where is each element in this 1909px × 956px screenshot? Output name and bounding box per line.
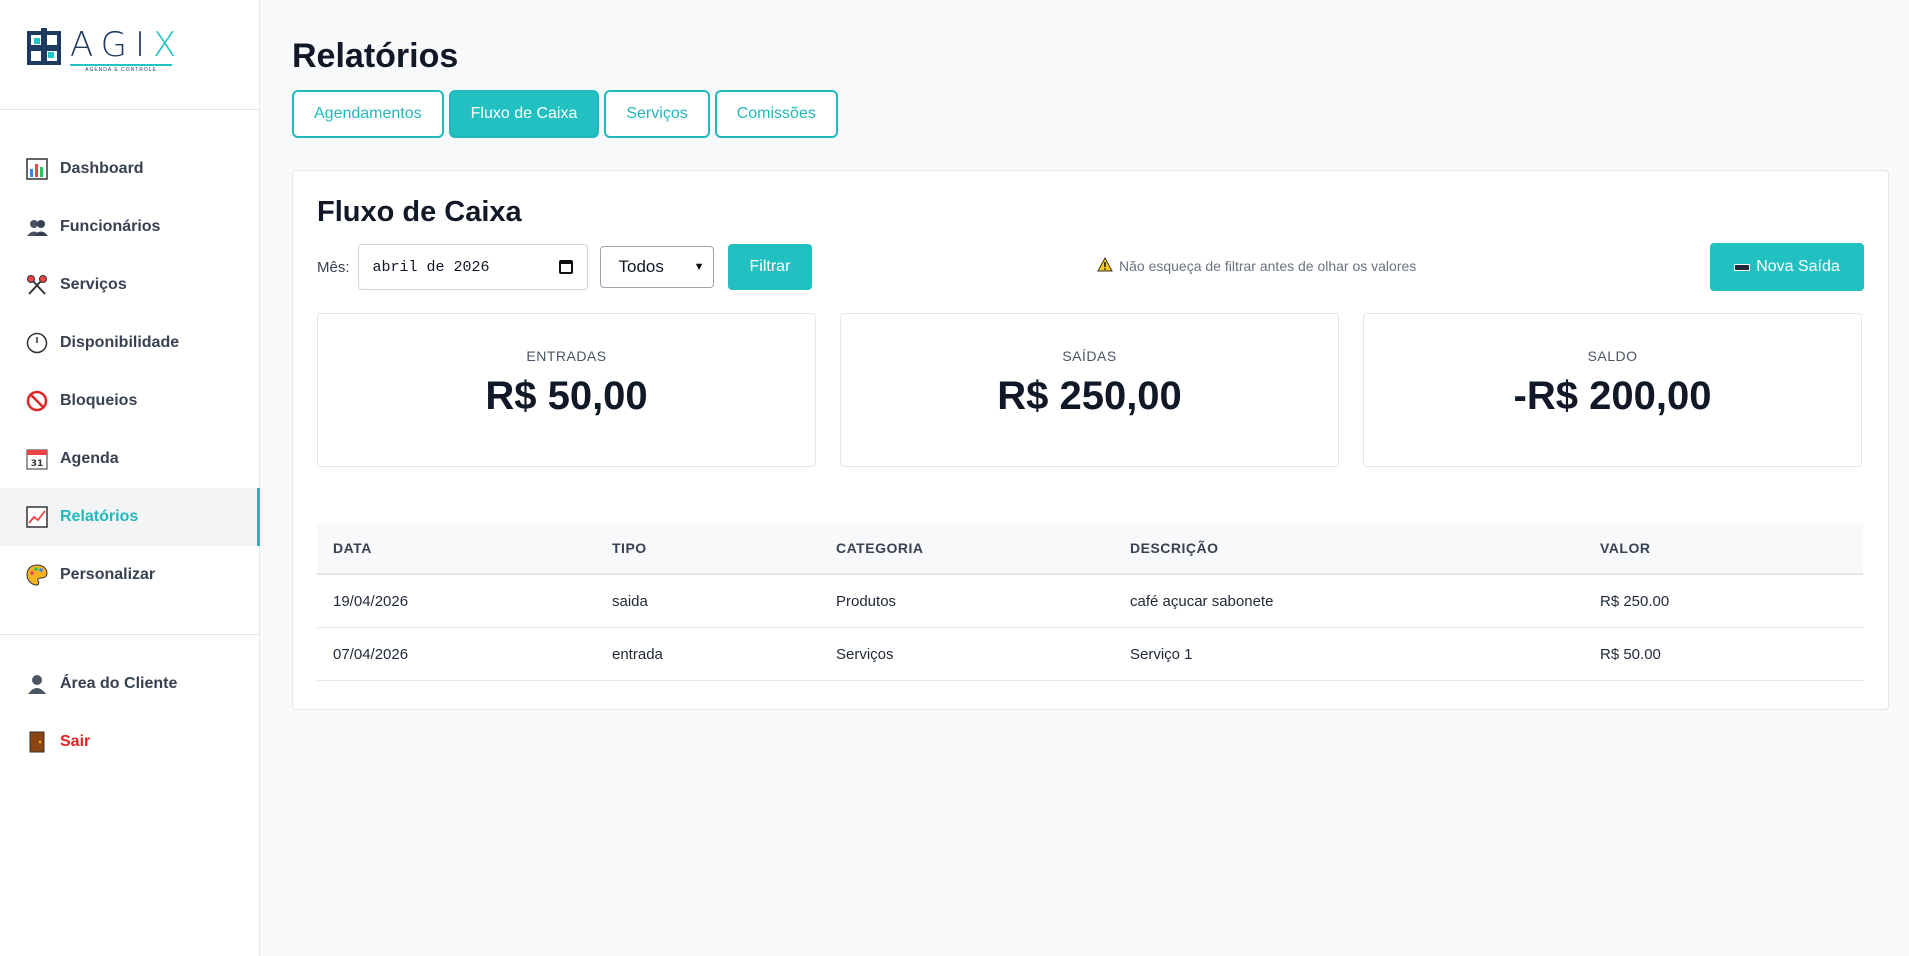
- tab-agendamentos[interactable]: Agendamentos: [292, 90, 444, 138]
- table-row[interactable]: 19/04/2026 saida Produtos café açucar sa…: [317, 575, 1863, 628]
- stat-card-saidas: SAÍDAS R$ 250,00: [840, 313, 1339, 467]
- sidebar-item-label: Serviços: [60, 276, 127, 293]
- sidebar-item-relatorios[interactable]: Relatórios: [0, 488, 260, 546]
- palette-icon: [26, 564, 48, 586]
- column-header-descricao[interactable]: DESCRIÇÃO: [1130, 540, 1600, 556]
- cell-category: Produtos: [836, 592, 897, 610]
- warning-text: Não esqueça de filtrar antes de olhar os…: [1119, 258, 1417, 274]
- cashflow-card: Fluxo de Caixa Mês: abril de 2026 Todos …: [292, 170, 1889, 710]
- sidebar-item-label: Relatórios: [60, 508, 139, 525]
- cell-type: saida: [612, 592, 648, 610]
- transactions-table: DATA TIPO CATEGORIA DESCRIÇÃO VALOR 19/0…: [317, 523, 1863, 681]
- sidebar-divider: [0, 634, 259, 635]
- sidebar-item-bloqueios[interactable]: Bloqueios: [0, 372, 259, 430]
- stat-label: SALDO: [1587, 348, 1638, 364]
- minus-icon: [1734, 263, 1751, 271]
- tab-fluxo-de-caixa[interactable]: Fluxo de Caixa: [448, 90, 600, 138]
- type-select-value: Todos: [618, 257, 664, 276]
- sidebar-item-label: Dashboard: [60, 160, 144, 177]
- people-icon: [26, 216, 48, 238]
- door-icon: [26, 731, 48, 753]
- cell-type: entrada: [612, 645, 663, 663]
- scissors-icon: [26, 274, 48, 296]
- calendar-picker-icon[interactable]: [558, 260, 573, 274]
- svg-text:31: 31: [31, 459, 44, 469]
- cell-value: R$ 250.00: [1600, 592, 1670, 610]
- tab-comissoes[interactable]: Comissões: [714, 90, 838, 138]
- logo-mark-icon: [26, 28, 62, 66]
- prohibited-icon: [26, 390, 48, 412]
- stat-card-entradas: ENTRADAS R$ 50,00: [317, 313, 816, 467]
- sidebar-item-area-cliente[interactable]: Área do Cliente: [0, 655, 259, 713]
- section-title: Fluxo de Caixa: [317, 196, 522, 228]
- month-value: abril de 2026: [372, 258, 490, 276]
- column-header-data[interactable]: DATA: [317, 540, 612, 556]
- cell-description: café açucar sabonete: [1130, 592, 1274, 610]
- sidebar: AGIX AGENDA E CONTROLE Dashboard Funcion…: [0, 0, 260, 956]
- stat-value: R$ 50,00: [485, 374, 648, 418]
- column-header-categoria[interactable]: CATEGORIA: [836, 540, 1130, 556]
- sidebar-item-disponibilidade[interactable]: Disponibilidade: [0, 314, 259, 372]
- sidebar-item-label: Área do Cliente: [60, 675, 178, 692]
- table-header: DATA TIPO CATEGORIA DESCRIÇÃO VALOR: [317, 523, 1863, 575]
- clock-icon: [26, 332, 48, 354]
- column-header-valor[interactable]: VALOR: [1600, 540, 1863, 556]
- sidebar-item-label: Sair: [60, 733, 91, 750]
- stat-label: SAÍDAS: [1062, 348, 1117, 364]
- cell-value: R$ 50.00: [1600, 645, 1661, 663]
- new-expense-button[interactable]: Nova Saída: [1710, 243, 1864, 291]
- filter-warning: Não esqueça de filtrar antes de olhar os…: [1097, 256, 1417, 275]
- cell-description: Serviço 1: [1130, 645, 1193, 663]
- user-icon: [26, 673, 48, 695]
- month-input[interactable]: abril de 2026: [357, 244, 588, 290]
- sidebar-item-label: Personalizar: [60, 566, 156, 583]
- bar-chart-icon: [26, 158, 48, 180]
- cell-date: 19/04/2026: [333, 592, 409, 610]
- page-title: Relatórios: [292, 37, 459, 75]
- main-content: Relatórios Agendamentos Fluxo de Caixa S…: [292, 0, 1889, 710]
- sidebar-item-dashboard[interactable]: Dashboard: [0, 140, 259, 198]
- sidebar-item-label: Disponibilidade: [60, 334, 180, 351]
- tab-servicos[interactable]: Serviços: [604, 90, 710, 138]
- brand-logo[interactable]: AGIX AGENDA E CONTROLE: [0, 0, 259, 110]
- sidebar-item-funcionarios[interactable]: Funcionários: [0, 198, 259, 256]
- stat-card-saldo: SALDO -R$ 200,00: [1363, 313, 1862, 467]
- logo-wordmark: AGIX: [70, 25, 185, 65]
- filter-bar: Mês: abril de 2026 Todos ▼ Filtrar Não e…: [317, 243, 1864, 291]
- cell-date: 07/04/2026: [333, 645, 409, 663]
- sidebar-item-label: Agenda: [60, 450, 119, 467]
- stat-value: -R$ 200,00: [1513, 374, 1712, 418]
- sidebar-item-servicos[interactable]: Serviços: [0, 256, 259, 314]
- trend-chart-icon: [26, 506, 48, 528]
- sidebar-item-personalizar[interactable]: Personalizar: [0, 546, 259, 604]
- sidebar-item-label: Funcionários: [60, 218, 161, 235]
- table-row[interactable]: 07/04/2026 entrada Serviços Serviço 1 R$…: [317, 628, 1863, 681]
- type-select[interactable]: Todos ▼: [599, 246, 714, 288]
- filter-button[interactable]: Filtrar: [727, 244, 813, 290]
- calendar-icon: 31: [26, 448, 48, 470]
- cell-category: Serviços: [836, 645, 894, 663]
- sidebar-item-sair[interactable]: Sair: [0, 713, 259, 771]
- sidebar-item-label: Bloqueios: [60, 392, 138, 409]
- sidebar-item-agenda[interactable]: 31 Agenda: [0, 430, 259, 488]
- chevron-down-icon: ▼: [693, 261, 705, 273]
- warning-icon: [1097, 256, 1113, 275]
- logo-tagline: AGENDA E CONTROLE: [70, 64, 172, 73]
- summary-stats: ENTRADAS R$ 50,00 SAÍDAS R$ 250,00 SALDO…: [317, 313, 1864, 467]
- new-expense-label: Nova Saída: [1756, 258, 1840, 275]
- month-label: Mês:: [317, 258, 350, 276]
- stat-value: R$ 250,00: [997, 374, 1182, 418]
- column-header-tipo[interactable]: TIPO: [612, 540, 836, 556]
- stat-label: ENTRADAS: [526, 348, 607, 364]
- report-tabs: Agendamentos Fluxo de Caixa Serviços Com…: [292, 90, 1889, 138]
- sidebar-nav: Dashboard Funcionários Serviços Disponib…: [0, 110, 260, 771]
